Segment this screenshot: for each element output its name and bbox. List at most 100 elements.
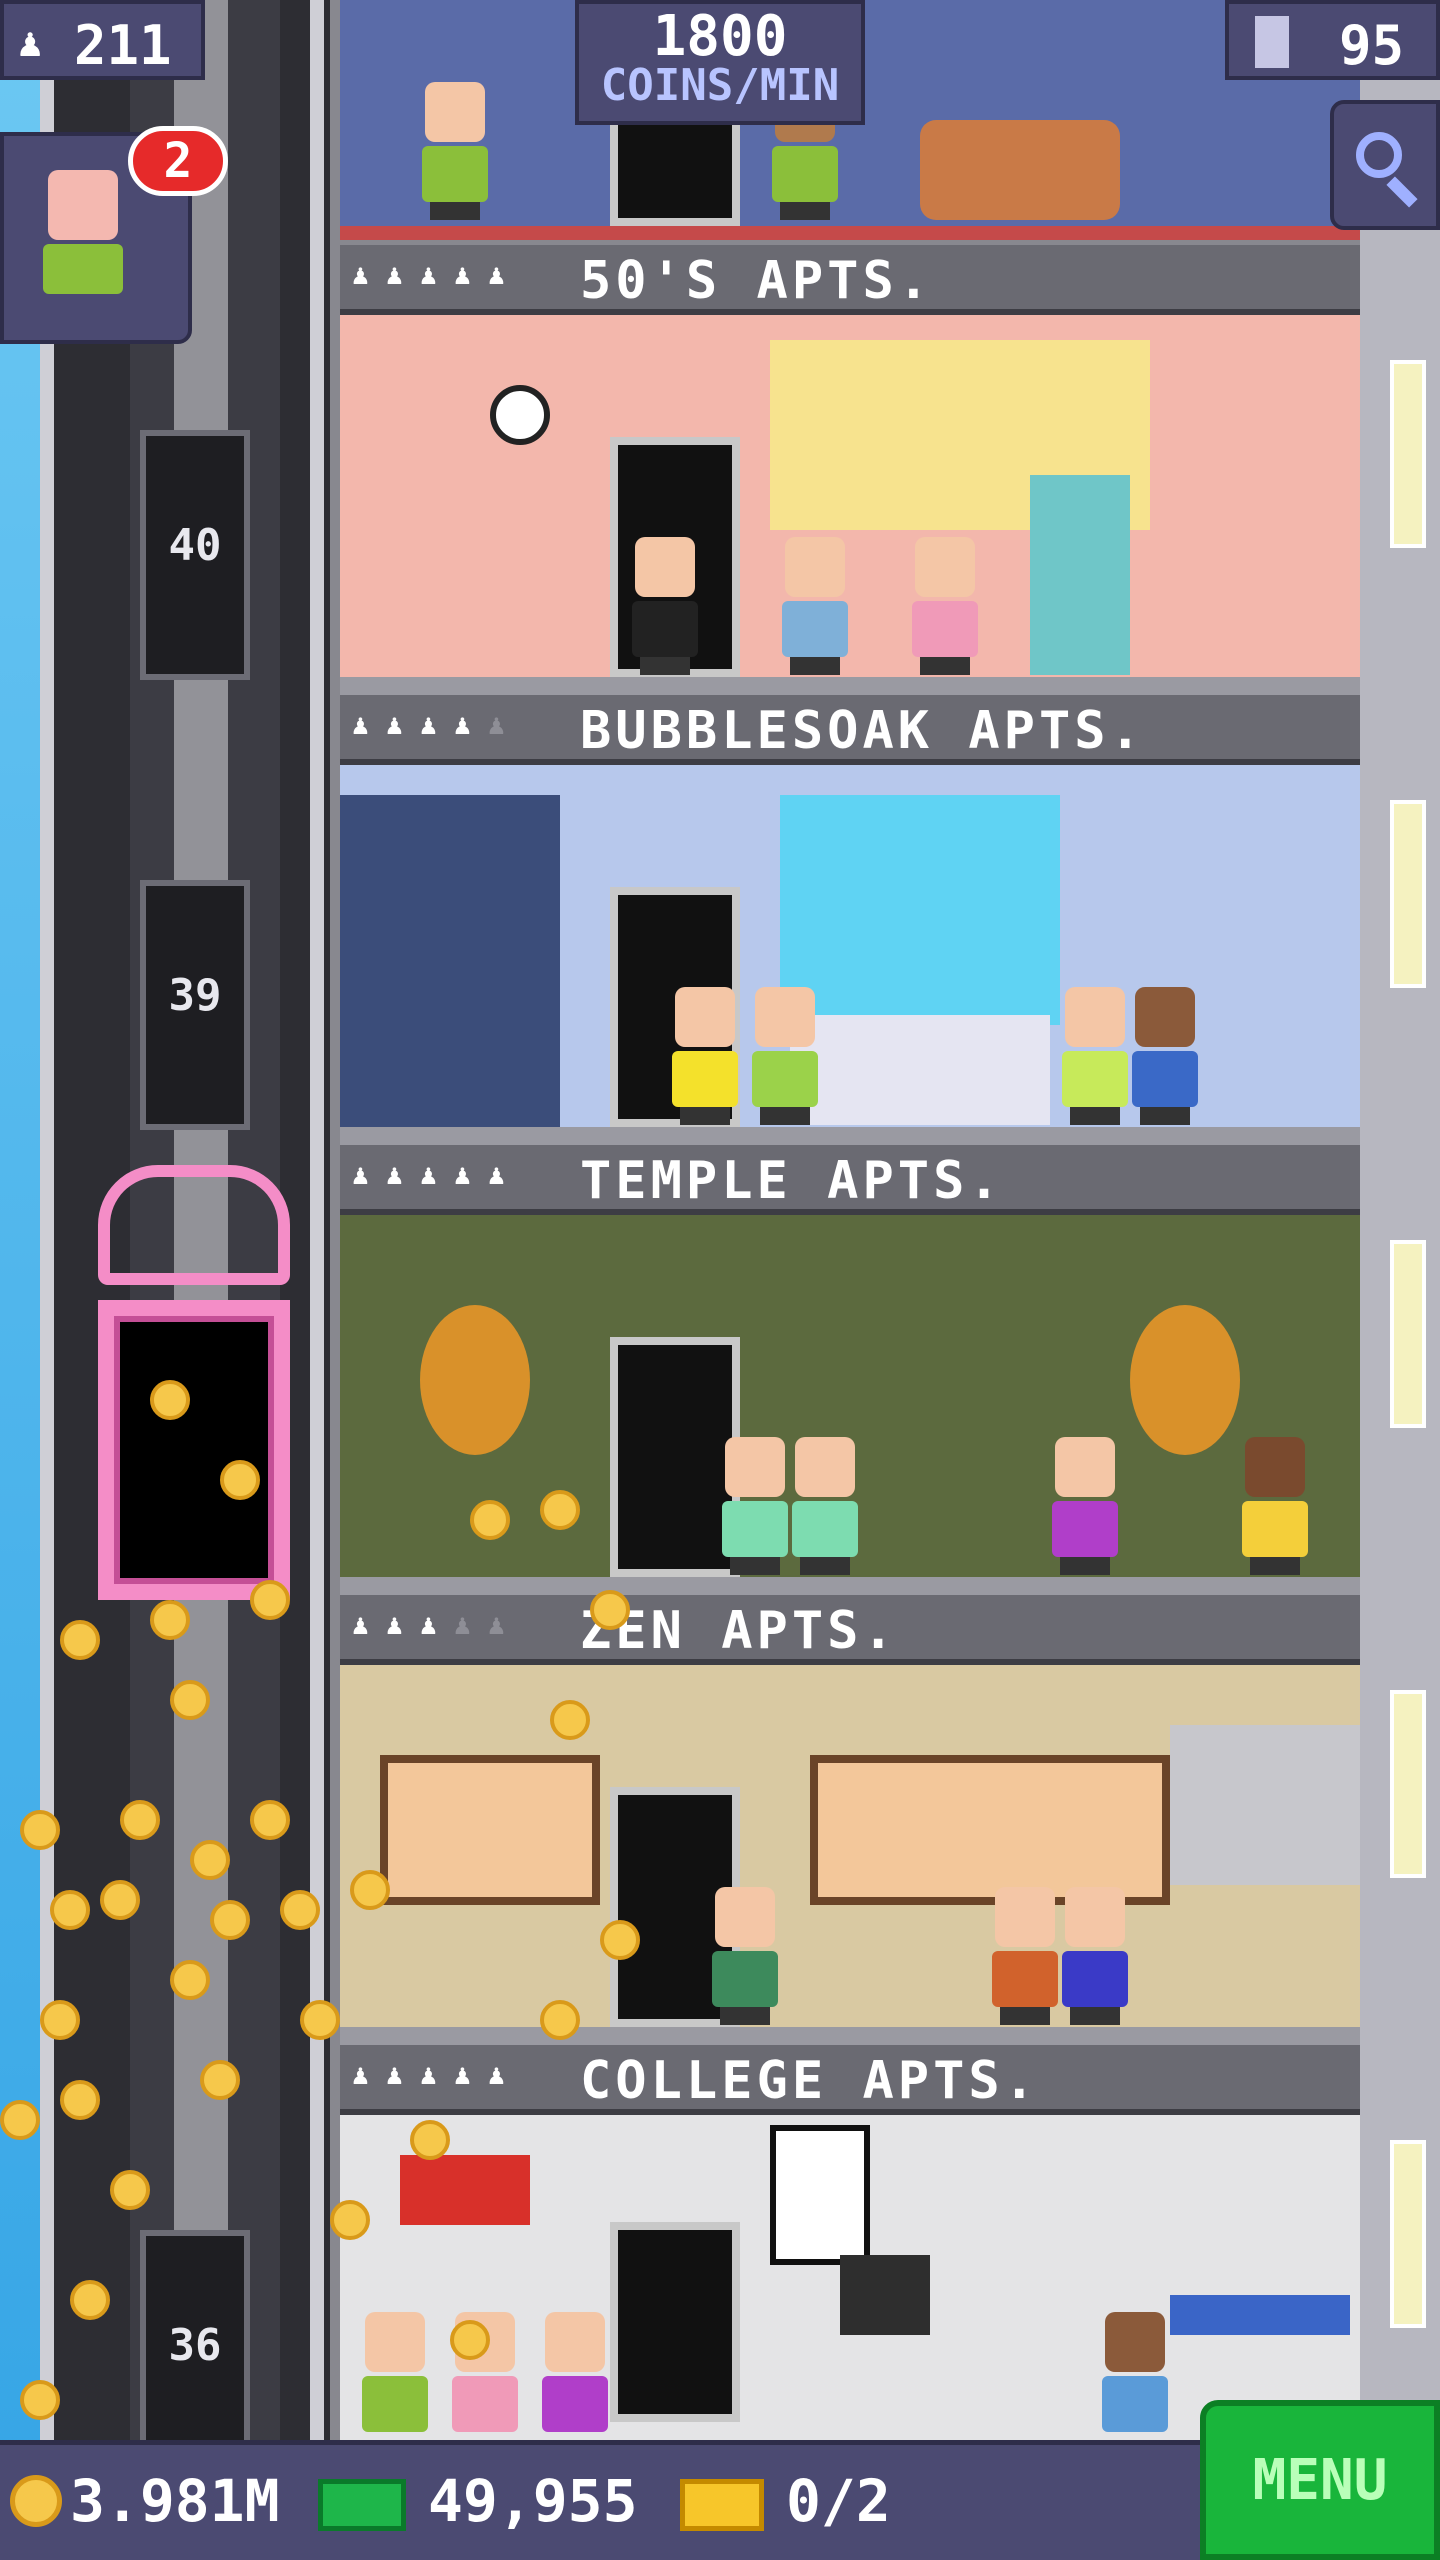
coin-icon[interactable] <box>540 2000 580 2040</box>
star-icon: ♟ <box>454 1608 471 1641</box>
bitizen[interactable] <box>780 537 850 677</box>
coin-icon[interactable] <box>190 1840 230 1880</box>
bed <box>340 795 560 1135</box>
room[interactable] <box>340 1665 1360 2045</box>
floor-count[interactable]: 95 <box>1225 0 1440 80</box>
bitizen[interactable] <box>630 537 700 677</box>
star-icon: ♟ <box>352 708 369 741</box>
coin-icon[interactable] <box>220 1460 260 1500</box>
star-rating: ♟ ♟ ♟ ♟ ♟ <box>352 709 516 741</box>
coin-icon[interactable] <box>20 1810 60 1850</box>
star-rating: ♟ ♟ ♟ ♟ ♟ <box>352 1609 516 1641</box>
bitizen[interactable] <box>1100 2312 1170 2432</box>
coin-icon[interactable] <box>550 1700 590 1740</box>
coin-icon[interactable] <box>210 1900 250 1940</box>
coin-icon[interactable] <box>300 2000 340 2040</box>
bitizen[interactable] <box>1060 1887 1130 2027</box>
bux-total[interactable]: 49,955 <box>428 2467 638 2535</box>
elevator-car[interactable] <box>98 1300 290 1600</box>
window-strip <box>1390 1690 1426 1878</box>
star-icon: ♟ <box>454 708 471 741</box>
coin-icon[interactable] <box>170 1680 210 1720</box>
search-icon <box>1356 132 1402 178</box>
coin-icon[interactable] <box>600 1920 640 1960</box>
window <box>380 1755 600 1905</box>
coin-icon[interactable] <box>540 1490 580 1530</box>
coins-total[interactable]: 3.981M <box>70 2467 280 2535</box>
star-icon: ♟ <box>420 1158 437 1191</box>
coin-icon[interactable] <box>590 1590 630 1630</box>
coin-icon[interactable] <box>110 2170 150 2210</box>
star-icon: ♟ <box>352 258 369 291</box>
coin-icon[interactable] <box>20 2380 60 2420</box>
bitizen[interactable] <box>1060 987 1130 1127</box>
coin-icon[interactable] <box>170 1960 210 2000</box>
star-rating: ♟ ♟ ♟ ♟ ♟ <box>352 259 516 291</box>
room-floor <box>340 2027 1360 2045</box>
coin-icon[interactable] <box>450 2320 490 2360</box>
coin-icon[interactable] <box>60 1620 100 1660</box>
bitizen[interactable] <box>1240 1437 1310 1577</box>
star-icon: ♟ <box>488 708 505 741</box>
elevator-floor-number: 36 <box>168 2320 222 2371</box>
room[interactable] <box>340 315 1360 695</box>
coin-icon[interactable] <box>40 2000 80 2040</box>
shaft-rail-right <box>310 0 324 2440</box>
coin-icon[interactable] <box>120 1800 160 1840</box>
coin-icon[interactable] <box>200 2060 240 2100</box>
coin-icon[interactable] <box>0 2100 40 2140</box>
bitizen[interactable] <box>360 2312 430 2432</box>
bitizen[interactable] <box>1050 1437 1120 1577</box>
floor-zen-apts[interactable]: ♟ ♟ ♟ ♟ ♟ ZEN APTS. <box>340 1595 1360 2045</box>
coin-icon[interactable] <box>50 1890 90 1930</box>
coin-icon[interactable] <box>350 1870 390 1910</box>
floor-bubblesoak-apts[interactable]: ♟ ♟ ♟ ♟ ♟ BUBBLESOAK APTS. <box>340 695 1360 1145</box>
fridge-icon <box>1030 475 1130 675</box>
floor-50s-apts[interactable]: ♟ ♟ ♟ ♟ ♟ 50'S APTS. <box>340 245 1360 695</box>
bitizen[interactable] <box>720 1437 790 1577</box>
bitizen[interactable] <box>670 987 740 1127</box>
coin-icon[interactable] <box>280 1890 320 1930</box>
star-icon: ♟ <box>386 708 403 741</box>
bitizen[interactable] <box>1130 987 1200 1127</box>
floor-count-value: 95 <box>1339 14 1405 77</box>
coin-icon[interactable] <box>250 1800 290 1840</box>
coin-icon[interactable] <box>100 1880 140 1920</box>
coin-icon[interactable] <box>70 2280 110 2320</box>
coin-icon[interactable] <box>150 1380 190 1420</box>
room-floor <box>340 1577 1360 1595</box>
bitizen[interactable] <box>750 987 820 1127</box>
population-value: 211 <box>74 14 172 77</box>
star-icon: ♟ <box>420 258 437 291</box>
coin-icon[interactable] <box>410 2120 450 2160</box>
population-counter[interactable]: ♟ 211 <box>0 0 205 80</box>
elevator-floor-number: 40 <box>168 520 222 571</box>
statue-head-icon <box>420 1305 530 1455</box>
coin-icon[interactable] <box>60 2080 100 2120</box>
bitizen[interactable] <box>540 2312 610 2432</box>
floor-header: ♟ ♟ ♟ ♟ ♟ 50'S APTS. <box>340 245 1360 315</box>
coin-icon[interactable] <box>150 1600 190 1640</box>
golden-tickets-count[interactable]: 0/2 <box>786 2467 891 2535</box>
bitizen[interactable] <box>420 82 490 222</box>
room[interactable] <box>340 765 1360 1145</box>
bitizen[interactable] <box>990 1887 1060 2027</box>
coin-icon[interactable] <box>250 1580 290 1620</box>
coin-icon[interactable] <box>470 1500 510 1540</box>
sky-background <box>0 0 40 2460</box>
room[interactable] <box>340 2115 1360 2440</box>
search-button[interactable] <box>1330 100 1440 230</box>
shaft-rail-left <box>40 0 54 2440</box>
coin-icon[interactable] <box>330 2200 370 2240</box>
elevator-bow-decoration <box>98 1165 290 1285</box>
room-floor <box>340 677 1360 695</box>
coins-per-minute-panel: 1800 COINS/MIN <box>575 0 865 125</box>
menu-button[interactable]: MENU <box>1200 2400 1440 2560</box>
bitizen[interactable] <box>910 537 980 677</box>
star-icon: ♟ <box>386 1158 403 1191</box>
floor-college-apts[interactable]: ♟ ♟ ♟ ♟ ♟ COLLEGE APTS. <box>340 2045 1360 2440</box>
bitizen[interactable] <box>790 1437 860 1577</box>
bitizen[interactable] <box>710 1887 780 2027</box>
star-icon: ♟ <box>420 1608 437 1641</box>
floor-name: COLLEGE APTS. <box>580 2051 1039 2111</box>
